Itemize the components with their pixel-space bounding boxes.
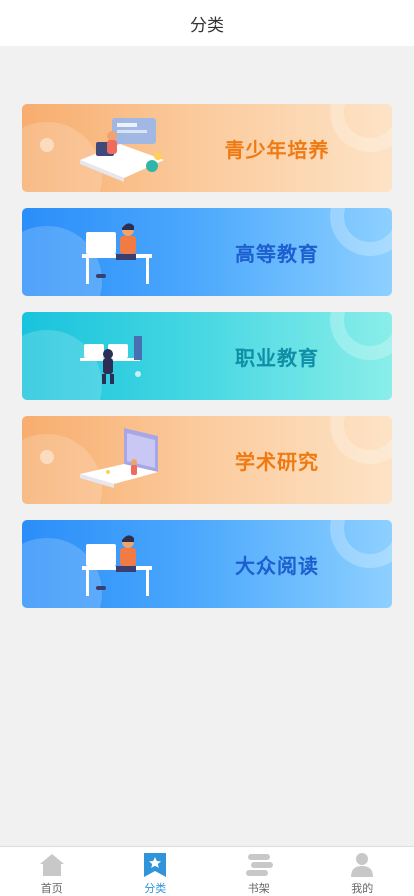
tab-category[interactable]: 分类: [104, 847, 208, 896]
card-decoration: [40, 138, 54, 152]
home-icon: [37, 851, 67, 879]
card-decoration: [40, 450, 54, 464]
youth-training-illustration-icon: [80, 118, 164, 182]
bottom-tab-bar: 首页 分类 书架 我的: [0, 846, 414, 896]
higher-education-illustration-icon: [82, 223, 152, 284]
category-bookmark-icon: [140, 851, 170, 879]
tab-mine[interactable]: 我的: [311, 847, 414, 896]
tab-bookshelf[interactable]: 书架: [207, 847, 311, 896]
category-card-vocational-education[interactable]: 职业教育: [22, 312, 392, 400]
user-icon: [347, 851, 377, 879]
page-title: 分类: [190, 15, 224, 36]
category-label: 职业教育: [235, 345, 319, 370]
category-label: 青少年培养: [224, 137, 330, 162]
public-reading-illustration-icon: [82, 535, 152, 596]
category-list: 青少年培养 高等教育 职业教育 学术研究 大众阅读: [22, 104, 392, 624]
tab-bookshelf-label: 书架: [247, 882, 270, 895]
category-label: 大众阅读: [235, 553, 319, 578]
category-card-public-reading[interactable]: 大众阅读: [22, 520, 392, 608]
category-card-higher-education[interactable]: 高等教育: [22, 208, 392, 296]
category-label: 高等教育: [235, 241, 319, 266]
category-label: 学术研究: [235, 449, 319, 474]
category-card-academic-research[interactable]: 学术研究: [22, 416, 392, 504]
tab-home[interactable]: 首页: [0, 847, 104, 896]
top-bar: 分类: [0, 0, 414, 46]
academic-research-illustration-icon: [80, 428, 158, 488]
tab-home-label: 首页: [40, 882, 63, 895]
tab-mine-label: 我的: [351, 882, 374, 895]
category-card-youth[interactable]: 青少年培养: [22, 104, 392, 192]
tab-category-label: 分类: [144, 882, 167, 895]
bookshelf-icon: [244, 851, 274, 879]
vocational-education-illustration-icon: [80, 336, 142, 384]
